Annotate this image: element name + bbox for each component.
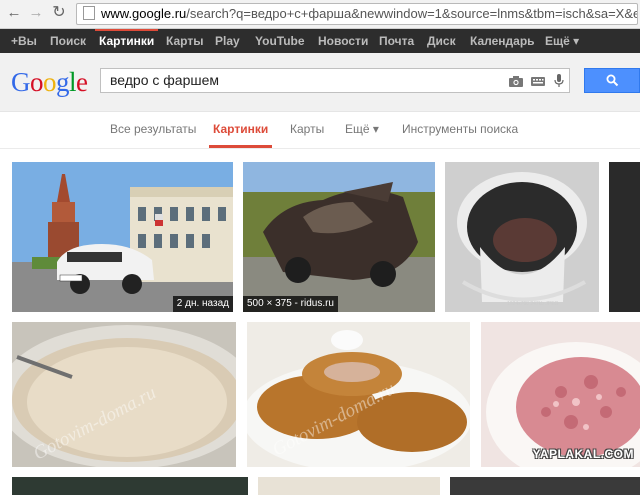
tab-more[interactable]: Ещё ▾ <box>345 112 379 148</box>
image-file-info: 1024x768 247kb JPEG <box>507 301 559 307</box>
kazan-street-photo <box>12 162 233 312</box>
search-tabs: Все результаты Картинки Карты Ещё ▾ Инст… <box>0 112 640 149</box>
search-icon <box>606 74 618 87</box>
gbar-item-youtube[interactable]: YouTube <box>255 29 305 53</box>
image-result-kazan[interactable]: 2 дн. назад <box>12 162 233 312</box>
google-bar: +Вы Поиск Картинки Карты Play YouTube Но… <box>0 29 640 53</box>
address-bar[interactable]: www.google.ru/search?q=ведро+с+фарша&new… <box>76 3 638 25</box>
search-button[interactable] <box>584 68 640 93</box>
gbar-item-images[interactable]: Картинки <box>94 29 159 53</box>
gbar-item-drive[interactable]: Диск <box>427 29 456 53</box>
page-icon <box>83 6 95 20</box>
gbar-item-maps[interactable]: Карты <box>166 29 203 53</box>
image-result-partial[interactable] <box>609 162 640 312</box>
back-arrow-icon[interactable]: ← <box>6 5 22 21</box>
google-logo[interactable]: Google <box>11 66 88 98</box>
gbar-item-search[interactable]: Поиск <box>50 29 86 53</box>
image-size-source-caption: 500 × 375 - ridus.ru <box>243 296 338 312</box>
browser-toolbar: ← → ↻ www.google.ru/search?q=ведро+с+фар… <box>0 0 640 29</box>
keyboard-icon[interactable] <box>530 74 546 88</box>
minced-meat-photo <box>481 322 640 467</box>
gbar-item-calendar[interactable]: Календарь <box>470 29 535 53</box>
logo-letter-l: l <box>69 67 77 97</box>
logo-letter-e: e <box>76 67 88 97</box>
car-wreck-photo <box>243 162 435 312</box>
image-result-batter-bowl[interactable]: Gotovim-doma.ru <box>12 322 236 467</box>
yaplakal-watermark: YAPLAKAL.COM <box>532 447 634 461</box>
image-result-minced-meat[interactable]: YAPLAKAL.COM <box>481 322 640 467</box>
reload-icon[interactable]: ↻ <box>51 5 67 21</box>
image-age-caption: 2 дн. назад <box>172 296 233 312</box>
tab-search-tools[interactable]: Инструменты поиска <box>402 112 518 148</box>
gbar-item-play[interactable]: Play <box>215 29 240 53</box>
image-result-bucket[interactable]: 1024x768 247kb JPEG <box>445 162 599 312</box>
forward-arrow-icon[interactable]: → <box>28 5 44 21</box>
gbar-item-news[interactable]: Новости <box>318 29 368 53</box>
image-result-pancakes[interactable]: Gotovim-doma.ru <box>247 322 470 467</box>
logo-letter-g: G <box>11 67 31 97</box>
tab-maps[interactable]: Карты <box>290 112 324 148</box>
tab-images[interactable]: Картинки <box>208 112 273 148</box>
url-path: /search?q=ведро+с+фарша&newwindow=1&sour… <box>186 6 638 21</box>
url-host: www.google.ru <box>101 6 187 21</box>
gbar-item-mail[interactable]: Почта <box>379 29 414 53</box>
logo-letter-g2: g <box>56 67 70 97</box>
microphone-icon[interactable] <box>551 74 567 88</box>
logo-letter-o1: o <box>30 67 44 97</box>
tab-all-results[interactable]: Все результаты <box>110 112 196 148</box>
search-input[interactable]: ведро с фаршем <box>100 68 570 93</box>
bucket-photo <box>445 162 599 312</box>
camera-icon[interactable] <box>508 74 524 88</box>
image-result-row3-1[interactable] <box>12 477 248 495</box>
gbar-item-more[interactable]: Ещё ▾ <box>545 29 579 53</box>
image-result-car-wreck[interactable]: 500 × 375 - ridus.ru <box>243 162 435 312</box>
search-header: Google ведро с фаршем <box>0 53 640 112</box>
logo-letter-o2: o <box>43 67 57 97</box>
image-result-row3-2[interactable] <box>258 477 440 495</box>
gbar-item-plus[interactable]: +Вы <box>11 29 37 53</box>
image-result-row3-3[interactable] <box>450 477 640 495</box>
